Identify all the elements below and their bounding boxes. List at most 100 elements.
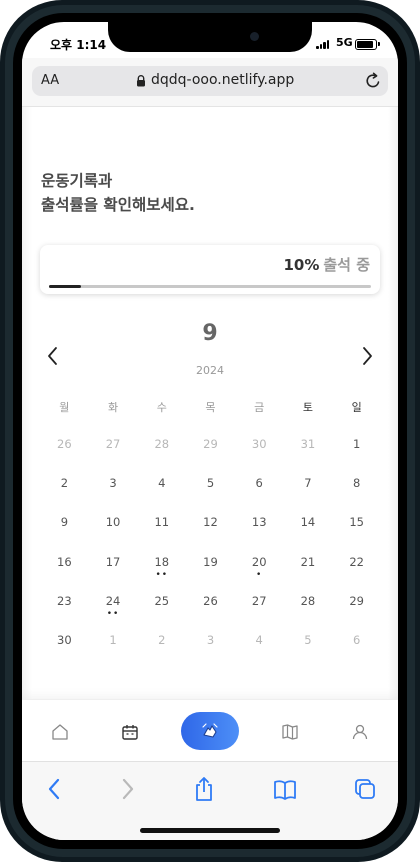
calendar-day[interactable]: 19 (186, 541, 235, 580)
calendar-day[interactable]: 28 (284, 580, 333, 619)
calendar-week-row: 9 10 11 12 13 14 15 (40, 501, 381, 540)
camera (250, 32, 259, 41)
calendar-day[interactable]: 4 (235, 619, 284, 658)
profile-icon[interactable] (350, 722, 370, 742)
tabs-icon[interactable] (353, 776, 377, 802)
calendar-day[interactable]: 30 (235, 423, 284, 462)
calendar-day[interactable]: 13 (235, 501, 284, 540)
calendar-day[interactable]: 6 (235, 462, 284, 501)
notch (108, 22, 312, 52)
calendar-day-number: 13 (251, 515, 267, 530)
calendar-day[interactable]: 25 (137, 580, 186, 619)
calendar-day-number: 17 (105, 554, 121, 569)
calendar-day[interactable]: 7 (284, 462, 333, 501)
text-size-button[interactable]: AA (41, 73, 59, 88)
status-time: 오후 1:14 (50, 38, 107, 52)
headline: 운동기록과 출석률을 확인해보세요. (41, 169, 195, 217)
calendar-day[interactable]: 23 (40, 580, 89, 619)
calendar-day[interactable]: 22 (332, 541, 381, 580)
calendar-weeks: 26 27 28 29 30 31 1 2 3 4 5 6 7 8 9 10 11 12 13 14 15 16 17 18 •… (40, 423, 381, 658)
calendar-day[interactable]: 4 (137, 462, 186, 501)
calendar-day[interactable]: 8 (332, 462, 381, 501)
calendar-day[interactable]: 10 (89, 501, 138, 540)
weekday-label: 수 (156, 401, 167, 414)
workout-hands-icon (202, 723, 218, 738)
calendar-day-number: 1 (352, 437, 361, 451)
home-icon[interactable] (50, 722, 70, 742)
lock-icon (137, 75, 145, 87)
calendar-day[interactable]: 6 (332, 619, 381, 658)
workout-record-dots: •• (106, 608, 120, 619)
calendar-day[interactable]: 16 (40, 541, 89, 580)
calendar-day[interactable]: 2 (40, 462, 89, 501)
calendar-day[interactable]: 27 (89, 423, 138, 462)
calendar-day[interactable]: 18 •• (137, 541, 186, 580)
calendar-day[interactable]: 20 • (235, 541, 284, 580)
battery-icon (355, 39, 377, 50)
calendar-day[interactable]: 30 (40, 619, 89, 658)
calendar-day[interactable]: 24 •• (89, 580, 138, 619)
calendar-day[interactable]: 17 (89, 541, 138, 580)
calendar-day[interactable]: 1 (332, 423, 381, 462)
forward-icon[interactable] (116, 776, 140, 802)
calendar-day[interactable]: 28 (137, 423, 186, 462)
calendar-day[interactable]: 1 (89, 619, 138, 658)
page-content: 운동기록과 출석률을 확인해보세요. 10% 출석 중 9 2024 월화수목금토… (22, 107, 398, 699)
page-edge-shadow-right (388, 107, 398, 699)
calendar-day-number: 10 (105, 515, 121, 530)
calendar-day-number: 23 (57, 593, 72, 608)
headline-line-2: 출석률을 확인해보세요. (41, 196, 195, 214)
calendar-day[interactable]: 12 (186, 501, 235, 540)
page-edge-shadow-left (22, 107, 32, 699)
calendar-day-number: 26 (203, 593, 218, 608)
bookmarks-icon[interactable] (273, 776, 297, 802)
calendar-day[interactable]: 26 (186, 580, 235, 619)
back-icon[interactable] (42, 776, 66, 802)
calendar-day[interactable]: 29 (332, 580, 381, 619)
reload-icon[interactable] (363, 71, 383, 91)
attendance-progress-track (49, 285, 371, 288)
battery-nub (378, 42, 380, 46)
next-month-icon[interactable] (360, 345, 374, 367)
map-icon[interactable] (280, 722, 300, 742)
headline-line-1: 운동기록과 (41, 172, 113, 190)
calendar-week-row: 26 27 28 29 30 31 1 (40, 423, 381, 462)
calendar-day-number: 6 (352, 632, 361, 647)
calendar-day-number: 27 (105, 437, 121, 451)
calendar-day[interactable]: 5 (186, 462, 235, 501)
calendar-icon[interactable] (120, 722, 140, 742)
calendar-day-number: 6 (255, 476, 263, 491)
calendar-grid: 월화수목금토일 26 27 28 29 30 31 1 2 3 4 5 6 7 8 9 10 11 12 13 14 1… (40, 399, 381, 658)
weekday-header: 월화수목금토일 (40, 399, 381, 423)
calendar-day-number: 30 (57, 632, 72, 647)
calendar-day[interactable]: 3 (186, 619, 235, 658)
calendar-day-number: 31 (300, 437, 316, 451)
share-icon[interactable] (192, 776, 216, 802)
calendar-day-number: 19 (203, 554, 218, 569)
weekday-label: 토 (302, 401, 313, 414)
calendar-day[interactable]: 2 (137, 619, 186, 658)
workout-record-dots: • (256, 569, 263, 580)
screen: 오후 1:14 5G AA dqdq-ooo.netlify.app 운동기록과… (22, 22, 398, 840)
calendar-day[interactable]: 27 (235, 580, 284, 619)
calendar-day[interactable]: 15 (332, 501, 381, 540)
workout-tab-button[interactable] (181, 712, 239, 750)
calendar-day[interactable]: 9 (40, 501, 89, 540)
calendar-day[interactable]: 21 (284, 541, 333, 580)
calendar-day[interactable]: 26 (40, 423, 89, 462)
calendar-day[interactable]: 11 (137, 501, 186, 540)
calendar-day[interactable]: 3 (89, 462, 138, 501)
calendar-day[interactable]: 14 (284, 501, 333, 540)
calendar-day-number: 24 (105, 593, 121, 608)
calendar-day[interactable]: 5 (284, 619, 333, 658)
calendar-day-number: 3 (109, 476, 117, 491)
calendar-day-number: 28 (300, 593, 316, 608)
address-bar[interactable]: AA dqdq-ooo.netlify.app (32, 66, 388, 96)
calendar-day[interactable]: 29 (186, 423, 235, 462)
calendar-day-number: 11 (154, 515, 170, 530)
calendar-day-number: 25 (154, 593, 170, 608)
network-type: 5G (336, 36, 353, 49)
attendance-percent: 10% (283, 256, 320, 274)
url-text[interactable]: dqdq-ooo.netlify.app (151, 72, 294, 88)
calendar-day[interactable]: 31 (284, 423, 333, 462)
